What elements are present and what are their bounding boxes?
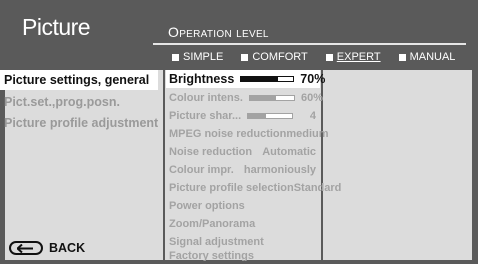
setting-power-options[interactable]: Power options [166,197,320,215]
setting-signal-adjustment[interactable]: Signal adjustment [166,233,320,251]
setting-colour-intensity[interactable]: Colour intens. 60% [166,89,323,107]
setting-label: Picture shar... [169,110,242,122]
level-marker-icon [398,53,406,61]
operation-level-divider [153,43,466,45]
setting-picture-profile-selection[interactable]: Picture profile selection Standard [166,179,341,197]
setting-label: Power options [169,200,245,212]
category-picture-settings-general[interactable]: Picture settings, general [0,70,158,90]
setting-label: MPEG noise reduction [169,128,287,140]
back-button[interactable]: BACK [9,241,85,255]
back-arrow-icon [9,241,43,255]
setting-label: Zoom/Panorama [169,218,256,230]
setting-value: Standard [293,182,342,194]
setting-label: Factory settings [169,251,254,261]
setting-value: harmoniously [243,164,316,176]
setting-label: Brightness [169,72,235,86]
setting-label: Signal adjustment [169,236,264,248]
setting-value: 4 [309,110,316,122]
level-marker-icon [325,53,333,61]
colour-intensity-level-fill [249,96,277,100]
setting-label: Colour impr. [169,164,234,176]
level-expert[interactable]: EXPERT [325,49,381,65]
setting-label: Colour intens. [169,92,243,104]
detail-column [323,70,472,260]
colour-intensity-level-bar[interactable] [248,95,295,101]
brightness-level-bar[interactable] [240,76,295,82]
operation-level-title: Operation level [168,24,269,40]
category-pict-set-prog-posn[interactable]: Pict.set.,prog.posn. [0,92,158,112]
setting-zoom-panorama[interactable]: Zoom/Panorama [166,215,320,233]
level-comfort[interactable]: COMFORT [241,49,308,65]
setting-colour-improvement[interactable]: Colour impr. harmoniously [166,161,320,179]
level-marker-icon [172,53,179,61]
setting-brightness[interactable]: Brightness 70% [166,70,325,88]
level-manual[interactable]: MANUAL [398,49,455,65]
level-simple[interactable]: SIMPLE [172,49,223,65]
category-picture-profile-adjustment[interactable]: Picture profile adjustment [0,113,158,133]
back-label: BACK [49,241,86,255]
brightness-level-fill [241,77,278,81]
setting-label: Picture profile selection [169,182,294,194]
setting-value: medium [286,128,329,140]
setting-mpeg-noise-reduction[interactable]: MPEG noise reduction medium [166,125,329,143]
picture-sharpness-level-bar[interactable] [247,113,294,119]
menu-title: Picture [22,14,91,40]
setting-value: 70% [300,72,326,86]
setting-factory-settings[interactable]: Factory settings [166,251,320,261]
setting-noise-reduction[interactable]: Noise reduction Automatic [166,143,320,161]
setting-value: 60% [300,92,323,104]
picture-sharpness-level-fill [248,114,266,118]
setting-value: Automatic [262,146,316,158]
setting-picture-sharpness[interactable]: Picture shar... 4 [166,107,320,125]
operation-level-options: SIMPLE COMFORT EXPERT MANUAL [172,49,473,65]
setting-label: Noise reduction [169,146,253,158]
level-marker-icon [241,53,249,61]
